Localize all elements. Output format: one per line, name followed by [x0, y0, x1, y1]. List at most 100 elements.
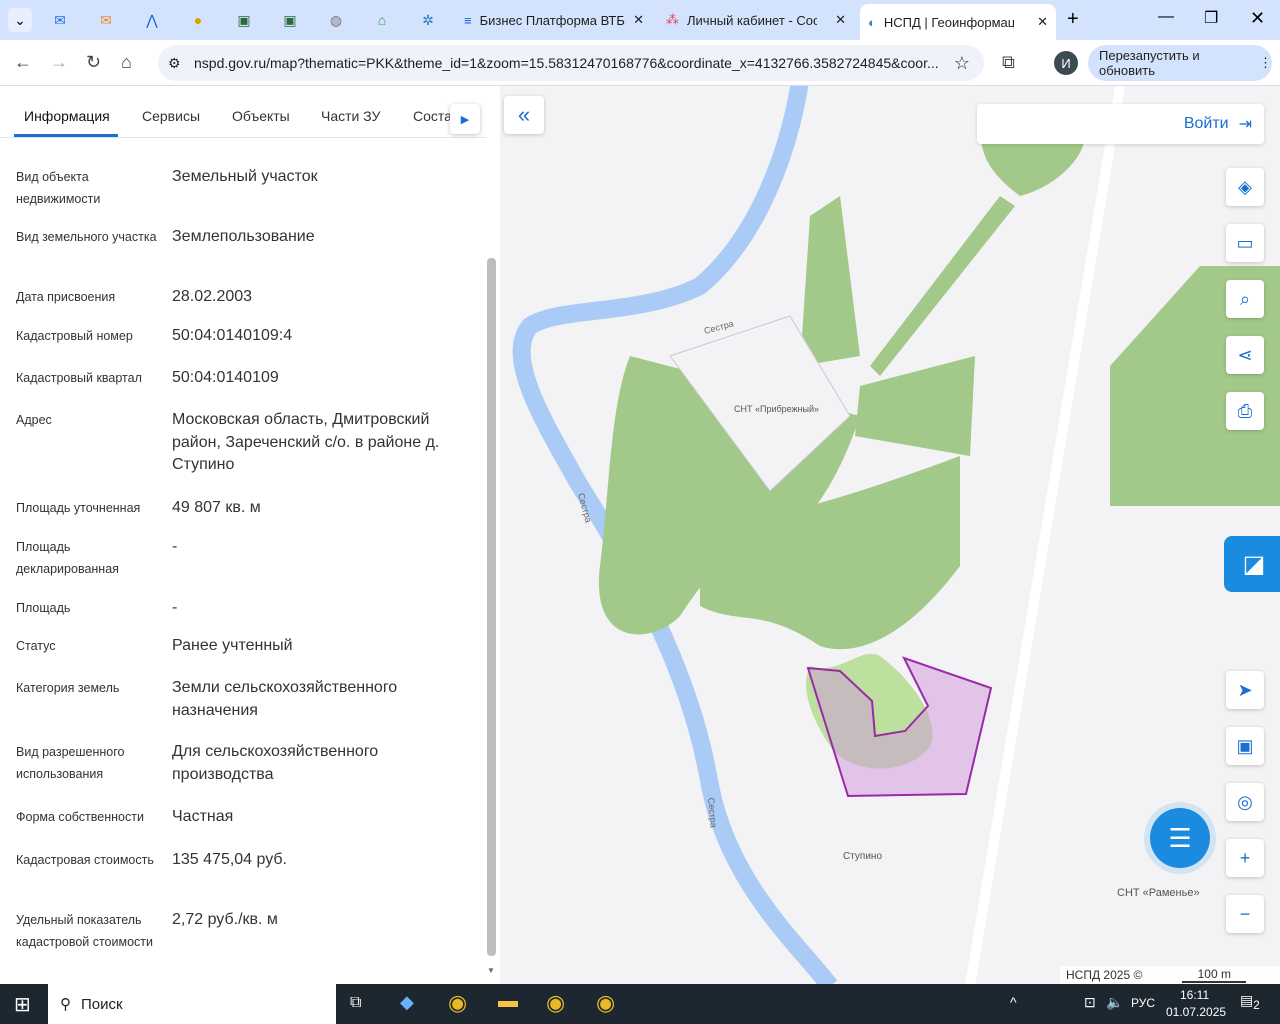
field-value: Земельный участок — [172, 168, 318, 185]
area-search-button[interactable]: ⌕ — [1226, 280, 1264, 318]
map[interactable]: Сестра Сестра Сестра СНТ «Прибрежный» Ст… — [500, 86, 1280, 984]
ruler-button[interactable]: ▭ — [1226, 224, 1264, 262]
chrome-icon[interactable]: ◉ — [448, 990, 467, 1016]
language-indicator[interactable]: РУС — [1131, 996, 1155, 1010]
coin-tab-icon[interactable]: ● — [186, 8, 210, 32]
collapse-panel-button[interactable]: « — [504, 96, 544, 134]
more-icon[interactable]: ⋮ — [1259, 55, 1272, 71]
forward-button[interactable]: → — [50, 52, 68, 73]
map-side-panel-button[interactable]: ◪ — [1224, 536, 1280, 592]
site-settings-icon[interactable]: ⚙ — [168, 55, 181, 72]
notification-count: 2 — [1253, 998, 1260, 1012]
tab-nspd[interactable]: ◐ НСПД | Геоинформацис ✕ — [860, 4, 1056, 40]
attribution: НСПД 2025 © — [1066, 968, 1143, 982]
task-view-icon[interactable]: ⧉ — [350, 994, 361, 1012]
gov-tab-icon[interactable]: ▣ — [232, 8, 256, 32]
maximize-button[interactable]: ❐ — [1204, 8, 1218, 28]
panel-tabs: Информация Сервисы Объекты Части ЗУ Сост… — [0, 86, 486, 138]
tab-vtb[interactable]: ≡ Бизнес Платформа ВТБ ✕ — [456, 6, 652, 34]
search-location-icon: ◎ — [1237, 791, 1253, 812]
chat-button[interactable]: ☰ — [1150, 808, 1210, 868]
notifications-button[interactable]: ▤2 — [1240, 992, 1260, 1012]
dots-icon: ⁂ — [666, 12, 679, 27]
address-bar: ← → ↻ ⌂ ⚙ nspd.gov.ru/map?thematic=PKK&th… — [0, 40, 1280, 86]
windows-start-button[interactable]: ⊞ — [14, 992, 31, 1017]
close-icon[interactable]: ✕ — [1037, 14, 1048, 30]
map-icon: ◪ — [1242, 550, 1266, 578]
close-icon[interactable]: ✕ — [835, 12, 846, 28]
field-value: - — [172, 599, 178, 616]
tab-label: Бизнес Платформа ВТБ — [479, 12, 625, 28]
file-explorer-icon[interactable]: ▬ — [498, 990, 518, 1013]
back-button[interactable]: ← — [14, 52, 32, 73]
scrollbar[interactable] — [487, 258, 496, 956]
mail-ru-tab-icon[interactable]: ✉ — [94, 8, 118, 32]
web-tab-icon[interactable]: ✲ — [416, 8, 440, 32]
clock-time[interactable]: 16:11 — [1180, 988, 1209, 1002]
zoom-in-button[interactable]: + — [1226, 839, 1264, 877]
restart-button[interactable]: Перезапустить и обновить ⋮ — [1088, 45, 1272, 81]
map-footer: НСПД 2025 © 100 m — [1060, 966, 1280, 984]
search-location-button[interactable]: ◎ — [1226, 783, 1264, 821]
app-tab-icon[interactable]: ⋀ — [140, 8, 164, 32]
home-button[interactable]: ⌂ — [121, 52, 132, 73]
profile-avatar[interactable]: И — [1054, 51, 1078, 75]
tab-services[interactable]: Сервисы — [142, 108, 200, 124]
field-value: 135 475,04 руб. — [172, 851, 288, 868]
geolocation-button[interactable]: ➤ — [1226, 671, 1264, 709]
login-icon: ⇥ — [1238, 116, 1252, 133]
tab-cabinet[interactable]: ⁂ Личный кабинет - Сооб ✕ — [658, 6, 854, 34]
volume-icon[interactable]: 🔈 — [1106, 994, 1123, 1011]
field-value: 50:04:0140109:4 — [172, 327, 293, 344]
app-icon[interactable]: ◆ — [400, 992, 414, 1013]
home-tab-icon[interactable]: ⌂ — [370, 8, 394, 32]
network-icon[interactable]: ⊡ — [1084, 994, 1096, 1011]
tabs-scroll-right-button[interactable]: ▶ — [450, 104, 480, 134]
minus-icon: − — [1239, 903, 1251, 924]
share-button[interactable]: ⋖ — [1226, 336, 1264, 374]
field-label: Кадастровый номер — [16, 329, 133, 343]
nspd-icon: ◐ — [868, 14, 876, 30]
field-label: Площадь — [16, 601, 71, 615]
minimize-button[interactable]: — — [1158, 8, 1174, 26]
layers-button[interactable]: ◈ — [1226, 168, 1264, 206]
tray-expand-icon[interactable]: ^ — [1010, 994, 1017, 1010]
close-window-button[interactable]: ✕ — [1250, 8, 1265, 29]
tab-info[interactable]: Информация — [24, 108, 110, 124]
mail-tab-icon[interactable]: ✉ — [48, 8, 72, 32]
new-tab-button[interactable]: + — [1067, 8, 1079, 31]
field-label: Площадь декларированная — [16, 540, 119, 576]
extensions-icon[interactable]: ⧉ — [1002, 52, 1015, 73]
reload-button[interactable]: ↻ — [86, 52, 101, 73]
location-arrow-icon: ➤ — [1237, 679, 1253, 700]
field-label: Форма собственности — [16, 810, 144, 824]
field-label: Категория земель — [16, 681, 120, 695]
zoom-out-button[interactable]: − — [1226, 895, 1264, 933]
scroll-down-arrow[interactable]: ▼ — [487, 966, 495, 975]
print-button[interactable]: ⎙ — [1226, 392, 1264, 430]
search-label: Поиск — [81, 995, 123, 1013]
globe-tab-icon[interactable]: ◍ — [324, 8, 348, 32]
clock-date[interactable]: 01.07.2025 — [1166, 1005, 1226, 1019]
minimap-button[interactable]: ▣ — [1226, 727, 1264, 765]
tab-label: НСПД | Геоинформацис — [883, 14, 1014, 30]
tab-objects[interactable]: Объекты — [232, 108, 290, 124]
field-value: 28.02.2003 — [172, 288, 253, 305]
star-icon[interactable]: ☆ — [954, 53, 970, 74]
chrome-active-icon[interactable]: ◉ — [596, 990, 615, 1016]
chat-icon: ☰ — [1168, 822, 1192, 853]
url-input[interactable]: ⚙ nspd.gov.ru/map?thematic=PKK&theme_id=1… — [158, 45, 984, 81]
info-panel: Информация Сервисы Объекты Части ЗУ Сост… — [0, 86, 500, 984]
close-icon[interactable]: ✕ — [633, 12, 644, 28]
field-value: Московская область, Дмитровский район, З… — [172, 411, 440, 473]
chrome-profile-icon[interactable]: ◉ — [546, 990, 565, 1016]
field-value: - — [172, 538, 178, 555]
field-label: Площадь уточненная — [16, 501, 141, 515]
gov-tab-icon[interactable]: ▣ — [278, 8, 302, 32]
tab-composition[interactable]: Соста — [413, 108, 453, 124]
taskbar-search[interactable]: ⚲ Поиск — [48, 984, 336, 1024]
field-value: Частная — [172, 808, 234, 825]
tab-search-button[interactable]: ⌄ — [8, 8, 32, 32]
tab-parts[interactable]: Части ЗУ — [321, 108, 380, 124]
login-button[interactable]: Войти ⇥ — [977, 104, 1264, 144]
